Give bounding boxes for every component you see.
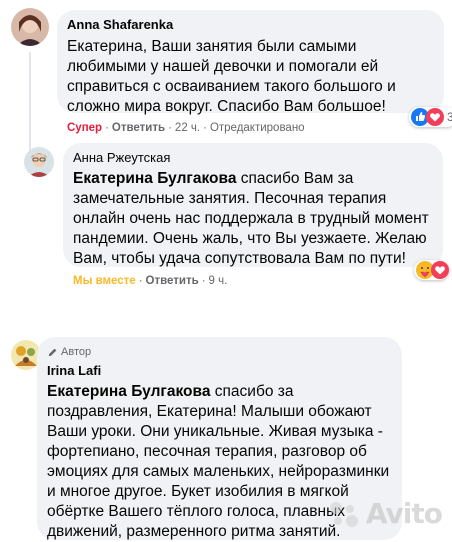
comment-actions: Супер · Ответить · 22 ч. · Отредактировано [67,122,305,134]
reaction-button[interactable]: Мы вместе [73,275,136,287]
reaction-button[interactable]: Супер [67,122,102,134]
reply-button[interactable]: Ответить [146,275,199,287]
mention-link[interactable]: Екатерина Булгакова [73,170,236,187]
comment-text: Екатерина Булгакова спасибо Вам за замеч… [73,169,433,269]
reaction-count: 3 [447,110,452,124]
reactions-summary[interactable]: 3 [409,107,452,127]
reply-button[interactable]: Ответить [112,122,165,134]
author-badge-label: Автор [61,346,92,358]
avatar[interactable] [11,8,49,46]
profile-photo [11,8,49,46]
avito-watermark: Avito [328,497,443,530]
profile-photo [24,147,54,177]
comment-author[interactable]: Anna Shafarenka [67,17,436,33]
comment-bubble: Анна Ржеутская Екатерина Булгакова спаси… [63,143,443,267]
reactions-summary[interactable] [414,260,449,280]
author-badge: Автор [47,345,394,359]
pencil-icon [48,348,57,356]
watermark-text: Avito [365,497,443,530]
avatar[interactable] [24,147,54,177]
comment-time[interactable]: 9 ч. [209,275,228,287]
love-icon [426,108,444,126]
comment-author[interactable]: Анна Ржеутская [73,150,433,166]
mention-link[interactable]: Екатерина Булгакова [47,383,210,400]
comment-author[interactable]: Irina Lafi [47,363,394,379]
love-icon [431,261,449,279]
comment-actions: Мы вместе · Ответить · 9 ч. [73,275,228,287]
comment-time[interactable]: 22 ч. [175,122,200,134]
comment-bubble: Anna Shafarenka Екатерина, Ваши занятия … [57,10,444,115]
edited-label: Отредактировано [209,122,305,134]
comment-text: Екатерина, Ваши занятия были самыми люби… [67,38,396,115]
avito-logo-icon [329,501,358,527]
